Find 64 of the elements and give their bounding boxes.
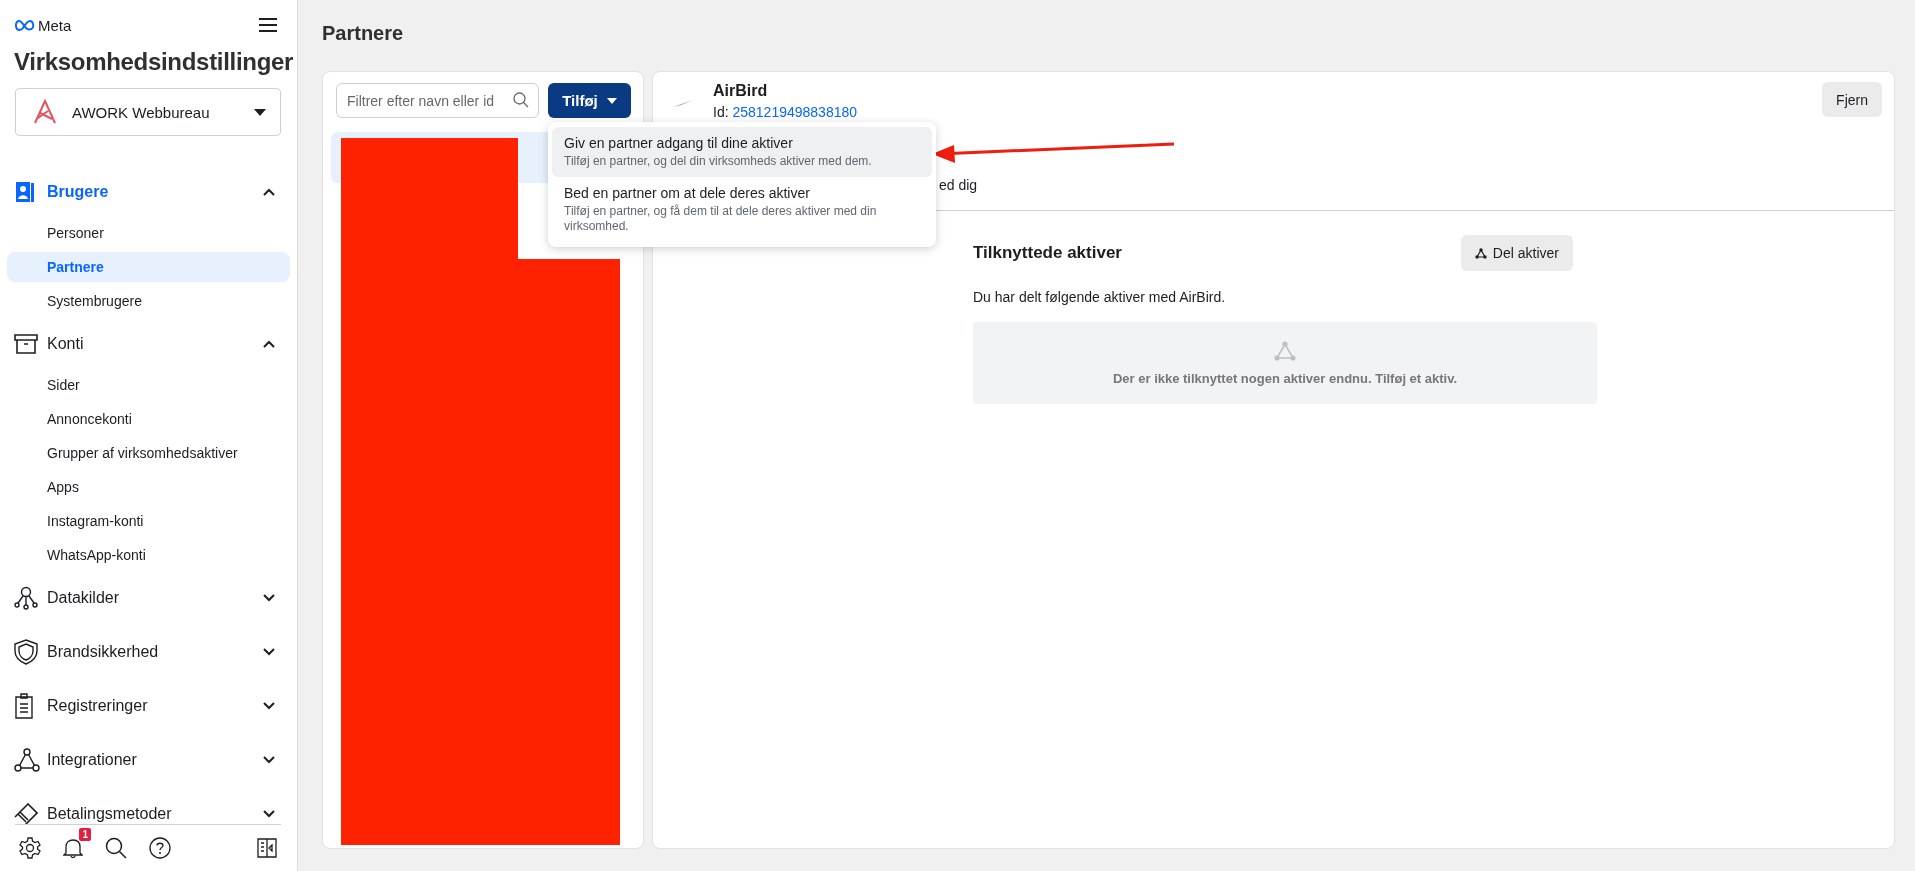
triangle-nodes-icon <box>14 748 40 772</box>
nav-item[interactable]: Instagram-konti <box>7 506 290 536</box>
account-selector[interactable]: AWORK Webbureau <box>15 88 281 136</box>
partner-id-link[interactable]: 2581219498838180 <box>732 104 858 120</box>
nav-item[interactable]: Sider <box>7 370 290 400</box>
nodes-icon <box>14 586 38 610</box>
brand-name: Meta <box>38 16 72 34</box>
nav-item[interactable]: Systembrugere <box>7 286 290 316</box>
tab[interactable]: ed dig <box>939 177 978 193</box>
chevron-icon <box>263 188 275 196</box>
nav-section[interactable]: Datakilder <box>0 576 297 620</box>
caret-icon <box>254 108 266 116</box>
chevron-icon <box>263 340 275 348</box>
assets-description: Du har delt følgende aktiver med AirBird. <box>973 289 1227 305</box>
empty-message: Der er ikke tilknyttet nogen aktiver endnu. Tilføj et aktiv. <box>1112 370 1458 386</box>
nav-section[interactable]: Integrationer <box>0 738 297 782</box>
nav-item[interactable]: Grupper af virksomhedsaktiver <box>7 438 290 468</box>
remove-button[interactable]: Fjern <box>1822 82 1882 117</box>
settings-icon[interactable] <box>19 837 41 859</box>
shield-icon <box>14 639 38 665</box>
notification-badge: 1 <box>79 828 91 841</box>
sidebar-title: Virksomhedsindstillinger <box>13 47 295 76</box>
chevron-icon <box>263 594 275 602</box>
nav-section[interactable]: Brugere <box>0 170 297 214</box>
clipboard-icon <box>14 693 34 719</box>
nav-item[interactable]: Personer <box>7 218 290 248</box>
nav-item[interactable]: Apps <box>7 472 290 502</box>
menu-option[interactable]: Bed en partner om at dele deres aktiver Tilføj en partner, og få dem til at dele deres aktiver med din virksomhed. <box>552 177 932 242</box>
chevron-icon <box>263 756 275 764</box>
bell-icon[interactable] <box>63 837 83 859</box>
nav-section[interactable]: Brandsikkerhed <box>0 630 297 674</box>
option-title: Giv en partner adgang til dine aktiver <box>564 135 794 151</box>
menu-option[interactable]: Giv en partner adgang til dine aktiver Tilføj en partner, og del din virksomheds aktiver med dem. <box>552 127 932 177</box>
option-description: Tilføj en partner, og del din virksomheds aktiver med dem. <box>564 154 873 169</box>
search-icon <box>513 92 529 108</box>
chevron-icon <box>263 810 275 818</box>
share-assets-button[interactable]: Del aktiver <box>1460 235 1573 271</box>
user-card-icon <box>14 180 36 204</box>
option-title: Bed en partner om at dele deres aktiver <box>564 185 811 201</box>
add-button[interactable]: Tilføj <box>548 83 631 118</box>
search-icon[interactable] <box>105 837 127 859</box>
panel-toggle-icon[interactable] <box>257 838 277 858</box>
help-icon[interactable] <box>149 837 171 859</box>
nav-section[interactable]: Registreringer <box>0 684 297 728</box>
search-field[interactable]: Filtrer efter navn eller id <box>336 83 539 118</box>
menu-icon[interactable] <box>259 17 277 33</box>
nav-item[interactable]: Partnere <box>7 252 290 282</box>
chevron-icon <box>263 648 275 656</box>
nav-section[interactable]: Betalingsmetoder <box>0 792 297 824</box>
option-description: Tilføj en partner, og få dem til at dele deres aktiver med din virksomhed. <box>564 204 878 234</box>
meta-logo-icon <box>15 19 35 31</box>
page-title: Partnere <box>322 22 405 46</box>
archive-box-icon <box>14 334 38 354</box>
share-nodes-icon <box>1474 247 1487 259</box>
account-logo-icon <box>32 99 58 125</box>
caret-icon <box>606 97 617 104</box>
nav-item[interactable]: WhatsApp-konti <box>7 540 290 570</box>
section-title: Tilknyttede aktiver <box>973 243 1122 263</box>
partner-name: AirBird <box>713 82 769 100</box>
share-nodes-icon <box>1274 340 1296 361</box>
id-label: Id: <box>713 104 729 120</box>
nav-section[interactable]: Konti <box>0 322 297 366</box>
nav-item[interactable]: Annoncekonti <box>7 404 290 434</box>
chevron-icon <box>263 702 275 710</box>
